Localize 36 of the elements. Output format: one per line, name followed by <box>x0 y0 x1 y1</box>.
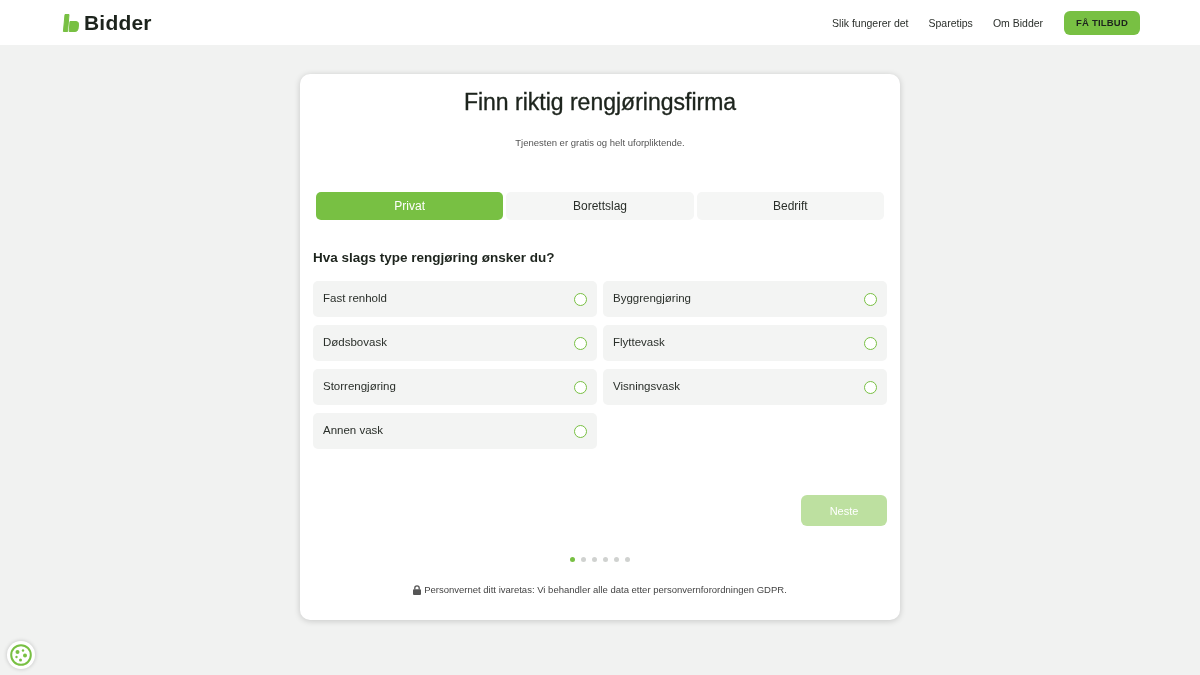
option-label: Annen vask <box>323 424 384 436</box>
option-label: Dødsbovask <box>323 336 387 348</box>
option-tile[interactable]: Storrengjøring <box>313 369 597 405</box>
option-label: Fast renhold <box>323 292 387 304</box>
option-label: Byggrengjøring <box>613 292 691 304</box>
logo-text[interactable]: Bidder <box>84 10 152 35</box>
question-text: Hva slags type rengjøring ønsker du? <box>313 249 556 267</box>
option-tile[interactable]: Byggrengjøring <box>603 281 887 317</box>
nav-link[interactable]: Sparetips <box>928 16 973 29</box>
radio-icon[interactable] <box>574 292 587 306</box>
customer-type-tab[interactable]: Borettslag <box>506 192 694 220</box>
radio-icon[interactable] <box>864 380 877 394</box>
cookie-settings-button[interactable] <box>7 641 35 669</box>
form-title: Finn riktig rengjøringsfirma <box>462 88 738 116</box>
radio-icon[interactable] <box>864 336 877 350</box>
radio-icon[interactable] <box>864 292 877 306</box>
nav-link[interactable]: Slik fungerer det <box>832 16 909 29</box>
logo-icon[interactable] <box>62 13 80 32</box>
option-label: Visningsvask <box>613 380 680 392</box>
lock-icon <box>413 585 422 595</box>
option-tile[interactable]: Annen vask <box>313 413 597 449</box>
form-subtitle: Tjenesten er gratis og helt uforpliktende. <box>514 136 686 150</box>
option-tile[interactable]: Flyttevask <box>603 325 887 361</box>
cookie-icon <box>10 644 32 666</box>
nav-link[interactable]: Om Bidder <box>992 16 1044 29</box>
customer-type-tab[interactable]: Bedrift <box>696 192 884 220</box>
option-tile[interactable]: Visningsvask <box>603 369 887 405</box>
option-tile[interactable]: Dødsbovask <box>313 325 597 361</box>
option-label: Storrengjøring <box>323 380 396 392</box>
option-label: Flyttevask <box>613 336 665 348</box>
option-tile[interactable]: Fast renhold <box>313 281 597 317</box>
radio-icon[interactable] <box>574 380 587 394</box>
get-quote-button[interactable]: FÅ TILBUD <box>1064 10 1140 35</box>
privacy-note: Personvernet ditt ivaretas: Vi behandler alle data etter personvernforordningen GDPR. <box>424 583 787 597</box>
radio-icon[interactable] <box>574 424 587 438</box>
radio-icon[interactable] <box>574 336 587 350</box>
